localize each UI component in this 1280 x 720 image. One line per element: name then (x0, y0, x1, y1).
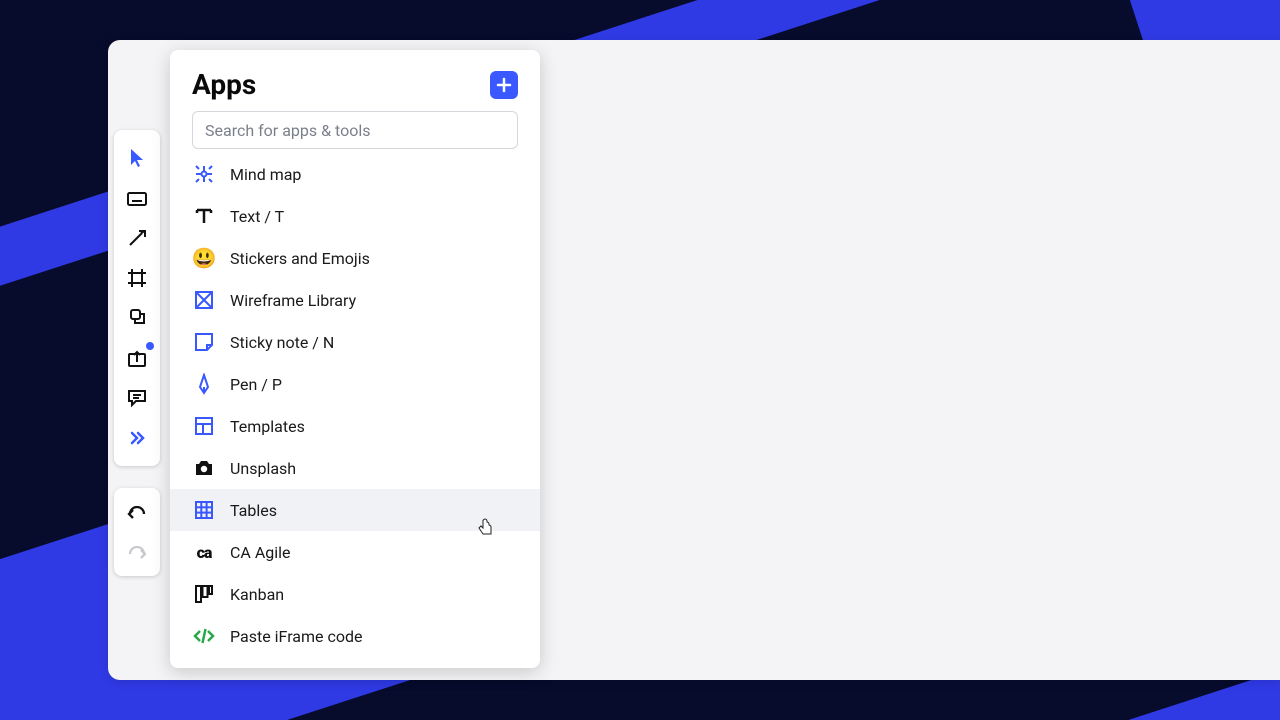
apps-panel: Apps Mind map Text / T 😃 Stickers and Em… (170, 50, 540, 668)
pen-icon (192, 372, 216, 396)
app-item-label: Stickers and Emojis (230, 249, 370, 268)
wireframe-icon (192, 288, 216, 312)
apps-list: Mind map Text / T 😃 Stickers and Emojis … (170, 153, 540, 668)
panel-title: Apps (192, 68, 256, 101)
app-item-label: Unsplash (230, 459, 296, 478)
history-toolbar (114, 488, 160, 576)
app-item-iconfinder[interactable]: IconFinder (170, 657, 540, 668)
tables-icon (192, 498, 216, 522)
templates-icon (192, 414, 216, 438)
app-item-label: Sticky note / N (230, 333, 334, 352)
app-item-stickers[interactable]: 😃 Stickers and Emojis (170, 237, 540, 279)
app-item-label: CA Agile (230, 543, 291, 562)
text-icon (192, 204, 216, 228)
mind-map-icon (192, 162, 216, 186)
left-toolbar (114, 130, 160, 466)
app-item-label: Tables (230, 501, 277, 520)
iconfinder-icon (192, 666, 216, 668)
card-tool[interactable] (114, 178, 160, 218)
undo-button[interactable] (114, 494, 160, 534)
app-item-sticky-note[interactable]: Sticky note / N (170, 321, 540, 363)
emoji-icon: 😃 (192, 246, 216, 270)
select-tool[interactable] (114, 138, 160, 178)
app-item-label: Wireframe Library (230, 291, 356, 310)
app-item-templates[interactable]: Templates (170, 405, 540, 447)
app-item-label: Pen / P (230, 375, 282, 394)
app-item-label: Paste iFrame code (230, 627, 363, 646)
app-item-mind-map[interactable]: Mind map (170, 153, 540, 195)
upload-tool[interactable] (114, 338, 160, 378)
sticky-note-icon (192, 330, 216, 354)
app-item-label: Mind map (230, 165, 301, 184)
more-tools[interactable] (114, 418, 160, 458)
camera-icon (192, 456, 216, 480)
app-item-text[interactable]: Text / T (170, 195, 540, 237)
app-item-label: Text / T (230, 207, 284, 226)
code-icon (192, 624, 216, 648)
app-item-iframe[interactable]: Paste iFrame code (170, 615, 540, 657)
app-item-kanban[interactable]: Kanban (170, 573, 540, 615)
stamp-tool[interactable] (114, 298, 160, 338)
cursor-pointer-icon (477, 518, 495, 536)
search-input[interactable] (192, 111, 518, 149)
add-app-button[interactable] (490, 71, 518, 99)
app-item-label: Templates (230, 417, 305, 436)
app-item-pen[interactable]: Pen / P (170, 363, 540, 405)
frame-tool[interactable] (114, 258, 160, 298)
app-item-wireframe[interactable]: Wireframe Library (170, 279, 540, 321)
comment-tool[interactable] (114, 378, 160, 418)
line-tool[interactable] (114, 218, 160, 258)
app-item-unsplash[interactable]: Unsplash (170, 447, 540, 489)
redo-button[interactable] (114, 534, 160, 574)
kanban-icon (192, 582, 216, 606)
app-item-label: Kanban (230, 585, 284, 604)
app-item-ca-agile[interactable]: ca CA Agile (170, 531, 540, 573)
ca-agile-icon: ca (192, 540, 216, 564)
